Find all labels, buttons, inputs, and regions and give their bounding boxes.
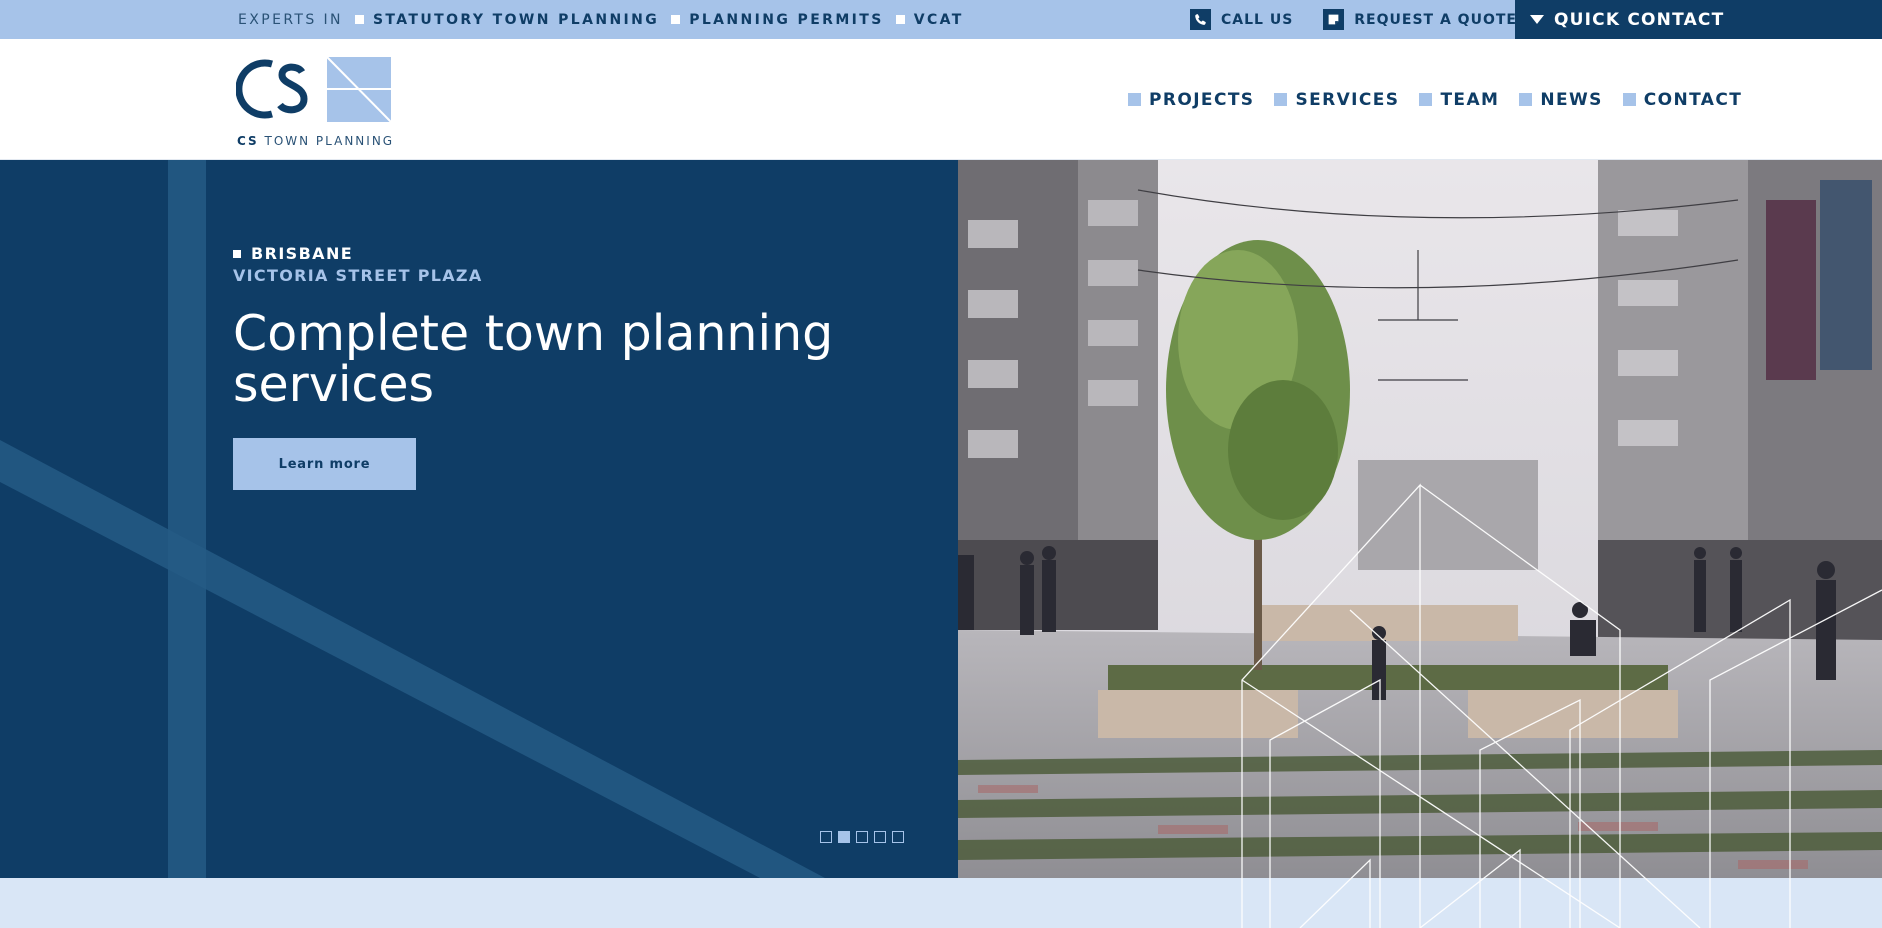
experts-in-label: EXPERTS IN <box>238 11 343 28</box>
specialty-statutory-town-planning[interactable]: STATUTORY TOWN PLANNING <box>354 11 660 28</box>
hero-location-label: BRISBANE <box>251 244 354 263</box>
nav-bullet-icon <box>1419 93 1433 106</box>
experts-in-strip: EXPERTS IN STATUTORY TOWN PLANNING PLANN… <box>238 0 964 39</box>
top-bar: EXPERTS IN STATUTORY TOWN PLANNING PLANN… <box>0 0 1882 39</box>
nav-label: NEWS <box>1540 89 1603 110</box>
caret-down-icon <box>1530 15 1544 24</box>
nav-bullet-icon <box>1519 93 1533 106</box>
plaza-illustration <box>958 160 1882 878</box>
slide-dot-3[interactable] <box>856 831 868 843</box>
slider-pagination <box>820 831 904 843</box>
quick-contact-button[interactable]: QUICK CONTACT <box>1515 0 1882 39</box>
cs-logo-mark-icon <box>235 56 392 123</box>
nav-item-news[interactable]: NEWS <box>1519 90 1602 110</box>
bullet-square-icon <box>354 15 364 24</box>
slide-dot-5[interactable] <box>892 831 904 843</box>
request-quote-link[interactable]: REQUEST A QUOTE <box>1323 9 1517 30</box>
logo-wordmark-bold: CS <box>237 134 259 148</box>
call-us-link[interactable]: CALL US <box>1190 9 1293 30</box>
specialty-label: PLANNING PERMITS <box>689 11 884 28</box>
nav-bullet-icon <box>1128 93 1141 106</box>
site-logo[interactable]: CS TOWN PLANNING <box>235 55 396 151</box>
hero-location: BRISBANE <box>233 244 353 263</box>
bullet-square-icon <box>895 15 905 24</box>
main-nav: PROJECTS SERVICES TEAM NEWS CONTACT <box>1128 39 1742 160</box>
specialty-vcat[interactable]: VCAT <box>895 11 964 28</box>
learn-more-button[interactable]: Learn more <box>233 438 416 490</box>
slide-dot-4[interactable] <box>874 831 886 843</box>
slide-dot-2[interactable] <box>838 831 850 843</box>
nav-item-team[interactable]: TEAM <box>1419 90 1499 110</box>
slide-dot-1[interactable] <box>820 831 832 843</box>
nav-item-services[interactable]: SERVICES <box>1274 90 1399 110</box>
nav-label: CONTACT <box>1643 89 1743 110</box>
nav-item-contact[interactable]: CONTACT <box>1622 89 1743 110</box>
request-quote-label: REQUEST A QUOTE <box>1354 11 1517 28</box>
nav-label: SERVICES <box>1295 89 1400 110</box>
call-us-label: CALL US <box>1221 11 1294 28</box>
nav-bullet-icon <box>1622 93 1636 106</box>
quick-contact-label: QUICK CONTACT <box>1554 9 1725 30</box>
nav-label: TEAM <box>1440 89 1500 110</box>
site-header: CS TOWN PLANNING PROJECTS SERVICES TEAM … <box>0 39 1882 160</box>
section-band <box>0 878 1882 928</box>
quote-document-icon <box>1323 9 1345 30</box>
top-links: CALL US REQUEST A QUOTE <box>1190 0 1517 39</box>
specialty-planning-permits[interactable]: PLANNING PERMITS <box>671 12 884 28</box>
bullet-square-icon <box>233 249 241 258</box>
nav-item-projects[interactable]: PROJECTS <box>1128 90 1254 110</box>
hero-headline: Complete town planning services <box>233 305 834 413</box>
logo-wordmark-rest: TOWN PLANNING <box>258 134 395 148</box>
nav-label: PROJECTS <box>1149 89 1255 110</box>
hero-panel: BRISBANE VICTORIA STREET PLAZA Complete … <box>0 160 958 878</box>
nav-bullet-icon <box>1274 93 1288 106</box>
logo-wordmark: CS TOWN PLANNING <box>237 134 394 148</box>
bullet-square-icon <box>671 15 681 24</box>
specialty-label: VCAT <box>913 11 964 28</box>
hero-project-name: VICTORIA STREET PLAZA <box>233 266 483 285</box>
phone-icon <box>1190 9 1211 30</box>
specialty-label: STATUTORY TOWN PLANNING <box>372 11 660 28</box>
hero-image-plaza-rendering <box>958 160 1882 878</box>
